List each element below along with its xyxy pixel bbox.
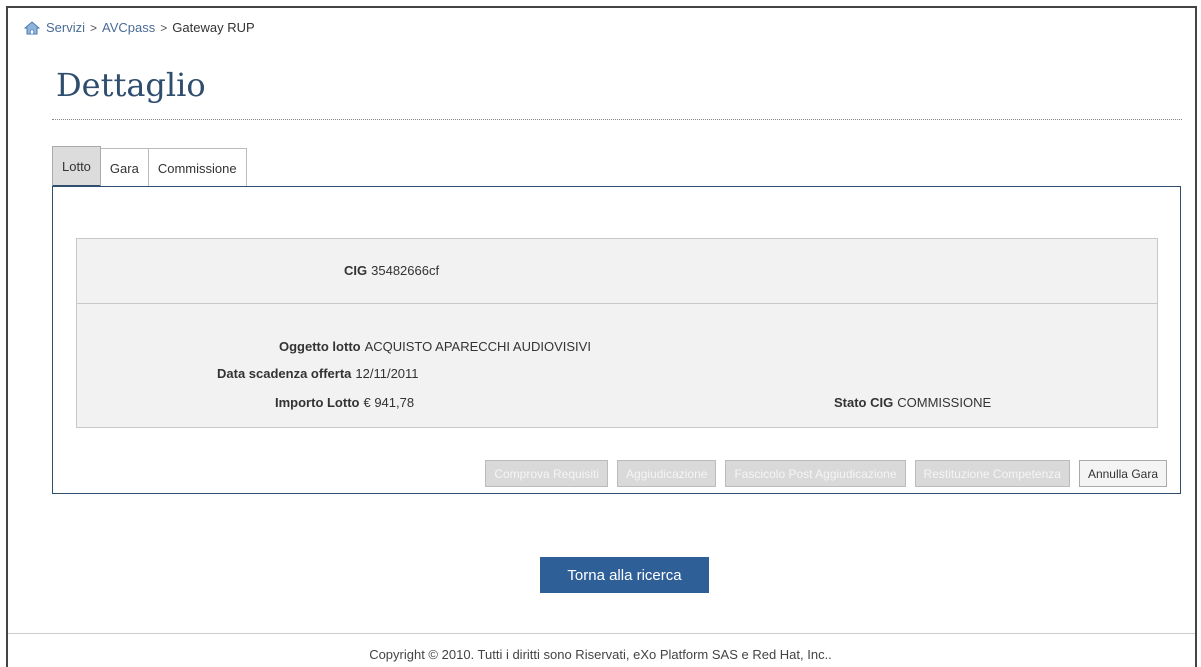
importo-field: Importo Lotto € 941,78: [275, 395, 414, 410]
comprova-requisiti-button: Comprova Requisiti: [485, 460, 609, 487]
scadenza-value: 12/11/2011: [355, 366, 419, 381]
oggetto-label: Oggetto lotto: [279, 339, 361, 354]
lotto-panel: CIG 35482666cf Oggetto lotto ACQUISTO APAR…: [52, 186, 1181, 494]
action-buttons: Comprova Requisiti Aggiudicazione Fascic…: [485, 460, 1167, 487]
stato-value: COMMISSIONE: [897, 395, 992, 410]
tab-lotto[interactable]: Lotto: [52, 146, 101, 188]
breadcrumb: Servizi > AVCpass > Gateway RUP: [24, 20, 255, 35]
cig-label: CIG: [344, 263, 368, 278]
breadcrumb-servizi[interactable]: Servizi: [46, 20, 85, 35]
cig-row: CIG 35482666cf: [77, 239, 1157, 304]
oggetto-field: Oggetto lotto ACQUISTO APARECCHI AUDIOVIS…: [279, 339, 591, 354]
breadcrumb-separator: >: [90, 20, 98, 35]
importo-label: Importo Lotto: [275, 395, 360, 410]
cig-value: 35482666cf: [371, 263, 440, 278]
breadcrumb-separator: >: [160, 20, 168, 35]
oggetto-value: ACQUISTO APARECCHI AUDIOVISIVI: [364, 339, 591, 354]
scadenza-label: Data scadenza offerta: [217, 366, 352, 381]
lotto-info-box: CIG 35482666cf Oggetto lotto ACQUISTO APAR…: [76, 238, 1158, 428]
home-icon[interactable]: [24, 20, 40, 35]
cig-field: CIG 35482666cf: [344, 263, 439, 278]
stato-label: Stato CIG: [834, 395, 894, 410]
fascicolo-post-aggiudicazione-button: Fascicolo Post Aggiudicazione: [725, 460, 906, 487]
page-title: Dettaglio: [56, 66, 206, 104]
annulla-gara-button[interactable]: Annulla Gara: [1078, 460, 1167, 487]
breadcrumb-avcpass[interactable]: AVCpass: [102, 20, 155, 35]
importo-value: € 941,78: [363, 395, 415, 410]
scadenza-field: Data scadenza offerta 12/11/2011: [217, 366, 419, 381]
footer-copyright: Copyright © 2010. Tutti i diritti sono R…: [369, 647, 832, 662]
tab-commissione[interactable]: Commissione: [148, 148, 247, 188]
torna-alla-ricerca-button[interactable]: Torna alla ricerca: [540, 557, 709, 593]
aggiudicazione-button: Aggiudicazione: [617, 460, 717, 487]
tab-gara[interactable]: Gara: [100, 148, 149, 188]
breadcrumb-gateway-rup: Gateway RUP: [172, 20, 255, 35]
restituzione-competenza-button: Restituzione Competenza: [914, 460, 1070, 487]
footer-divider: [8, 633, 1195, 634]
stato-field: Stato CIG COMMISSIONE: [834, 395, 991, 410]
tab-bar: Lotto Gara Commissione: [52, 146, 247, 188]
title-divider: [52, 119, 1182, 120]
